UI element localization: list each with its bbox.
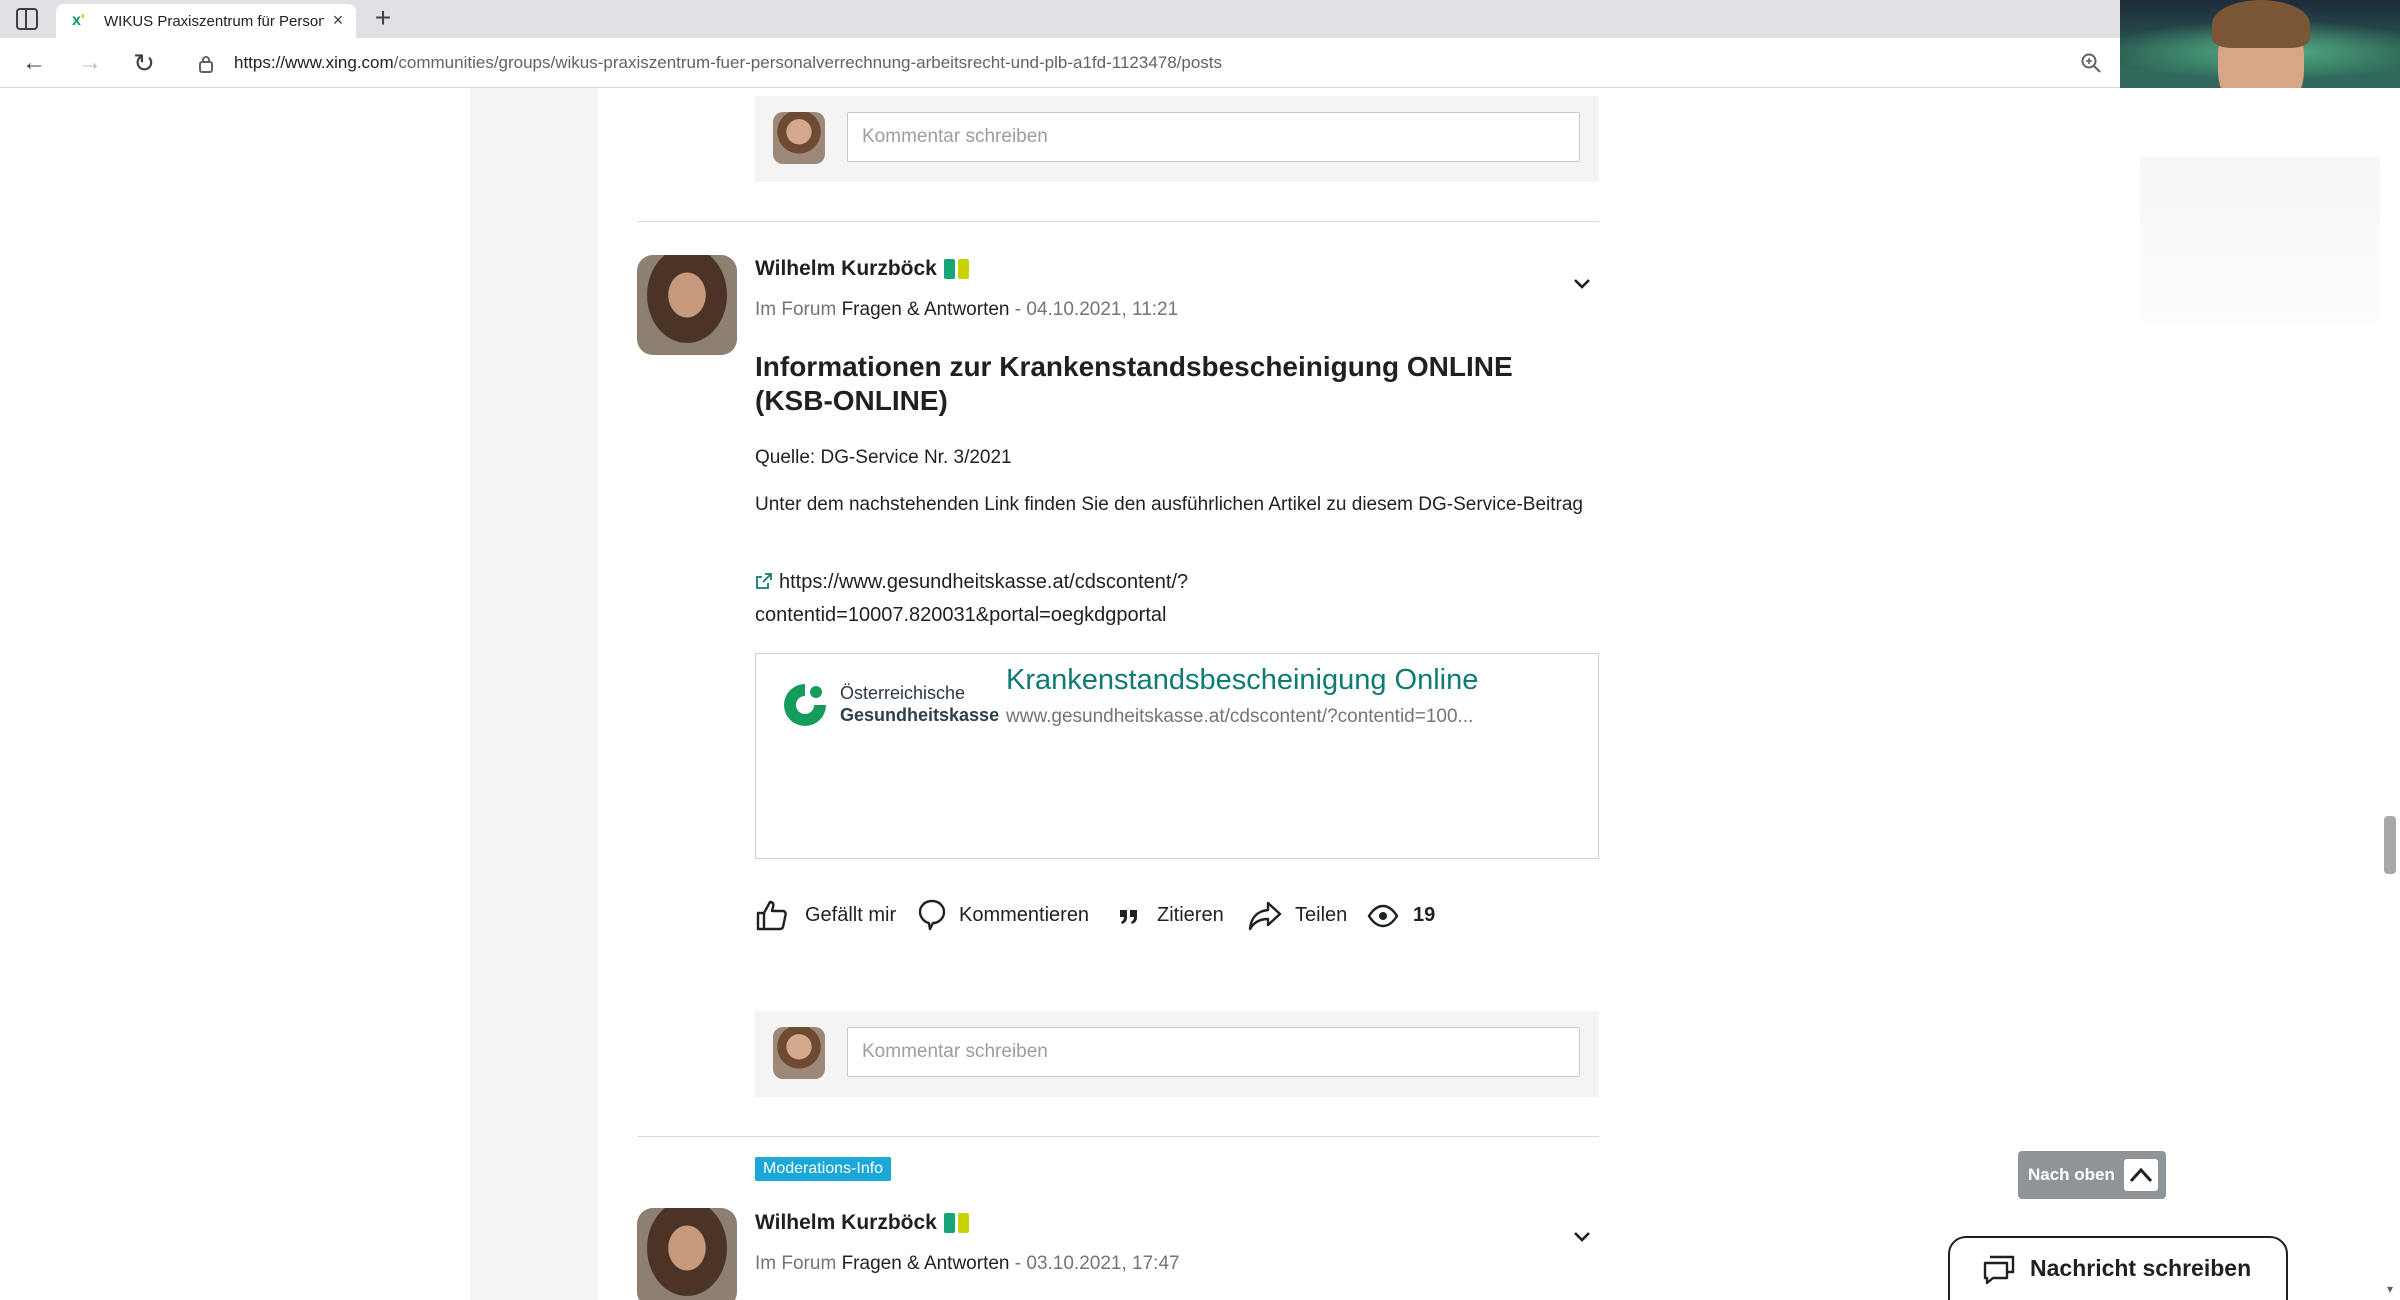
quote-button[interactable]: Zitieren xyxy=(1117,896,1237,936)
oegk-logo-line-2: Gesundheitskasse xyxy=(840,705,1000,725)
forum-prefix: Im Forum xyxy=(755,1253,837,1274)
avatar xyxy=(773,112,825,164)
link-card-url: www.gesundheitskasse.at/cdscontent/?cont… xyxy=(1006,706,1474,727)
post-meta: Im Forum Fragen & Antworten - 03.10.2021… xyxy=(755,1253,1180,1275)
author-avatar[interactable] xyxy=(637,255,737,355)
message-icon xyxy=(1983,1255,2015,1285)
xing-favicon-icon: x' xyxy=(72,12,85,29)
post-divider xyxy=(637,221,1599,222)
scrollbar-thumb[interactable] xyxy=(2384,816,2396,874)
comment-input[interactable] xyxy=(847,112,1580,162)
moderation-info-badge: Moderations-Info xyxy=(755,1157,892,1181)
premium-badge-icon xyxy=(944,259,970,279)
comment-input[interactable] xyxy=(847,1027,1580,1077)
forum-prefix: Im Forum xyxy=(755,299,837,320)
premium-badge-icon xyxy=(944,1213,970,1233)
like-label: Gefällt mir xyxy=(805,904,897,926)
quote-icon xyxy=(1120,910,1137,924)
url-host: https://www.xing.com xyxy=(234,53,394,72)
like-button[interactable]: Gefällt mir xyxy=(755,896,905,936)
chevron-down-icon[interactable] xyxy=(1570,272,1594,296)
reload-icon[interactable]: ↻ xyxy=(130,50,158,76)
write-message-label: Nachricht schreiben xyxy=(2030,1255,2252,1281)
link-line-1: https://www.gesundheitskasse.at/cdsconte… xyxy=(779,571,1189,593)
external-link-icon xyxy=(756,573,772,589)
chevron-up-icon xyxy=(2124,1159,2158,1191)
share-label: Teilen xyxy=(1295,904,1348,926)
webcam-person-hair xyxy=(2212,0,2310,48)
browser-tab-bar: x' WIKUS Praxiszentrum für Personalverre… xyxy=(0,0,2120,38)
forum-link[interactable]: Fragen & Antworten xyxy=(842,299,1010,320)
back-arrow-icon[interactable]: ← xyxy=(20,50,48,76)
page-gray-column xyxy=(470,88,598,1300)
author-name[interactable]: Wilhelm Kurzböck xyxy=(755,257,937,281)
post-title[interactable]: Informationen zur Krankenstandsbescheini… xyxy=(755,350,1595,418)
forward-arrow-icon[interactable]: → xyxy=(76,50,104,76)
new-tab-button[interactable]: + xyxy=(370,4,396,32)
tab-sidebar-icon[interactable] xyxy=(16,8,38,30)
comment-label: Kommentieren xyxy=(959,904,1090,926)
tab-title: WIKUS Praxiszentrum für Personalverrechn… xyxy=(104,13,324,30)
post-divider xyxy=(637,1136,1599,1137)
author-avatar[interactable] xyxy=(637,1208,737,1300)
post-source: Quelle: DG-Service Nr. 3/2021 xyxy=(755,447,1012,468)
comment-box xyxy=(755,96,1599,182)
zoom-icon[interactable] xyxy=(2080,52,2102,74)
views-indicator: 19 xyxy=(1367,896,1447,936)
views-count: 19 xyxy=(1413,904,1436,926)
url-path: /communities/groups/wikus-praxiszentrum-… xyxy=(393,53,1223,72)
thumbs-up-icon xyxy=(756,900,787,931)
oegk-logo: Österreichische Gesundheitskasse xyxy=(778,678,999,732)
webcam-shadow xyxy=(2140,157,2380,322)
quote-label: Zitieren xyxy=(1157,904,1224,926)
tab-close-icon[interactable]: × xyxy=(328,10,348,30)
eye-icon xyxy=(1367,904,1399,928)
comment-button[interactable]: Kommentieren xyxy=(917,896,1107,936)
back-to-top-label: Nach oben xyxy=(2028,1165,2115,1184)
forum-link[interactable]: Fragen & Antworten xyxy=(842,1253,1010,1274)
oegk-logo-text: Österreichische Gesundheitskasse xyxy=(840,682,999,726)
avatar xyxy=(773,1027,825,1079)
comment-bubble-icon xyxy=(918,899,946,931)
link-card-title[interactable]: Krankenstandsbescheinigung Online xyxy=(1006,664,1478,697)
post-actions-bar: Gefällt mir Kommentieren Zitieren Teilen… xyxy=(755,896,1599,936)
scroll-down-arrow-icon[interactable]: ▾ xyxy=(2384,1282,2396,1296)
url-input[interactable]: https://www.xing.com/communities/groups/… xyxy=(234,53,1222,73)
link-preview-card[interactable]: Österreichische Gesundheitskasse Krankens… xyxy=(755,653,1599,859)
back-to-top-button[interactable]: Nach oben xyxy=(2018,1151,2166,1199)
oegk-logo-line-1: Österreichische xyxy=(840,683,966,703)
comment-box xyxy=(755,1011,1599,1097)
post-body: Unter dem nachstehenden Link finden Sie … xyxy=(755,494,1584,515)
link-line-2: contentid=10007.820031&portal=oegkdgport… xyxy=(755,604,1167,626)
post-meta: Im Forum Fragen & Antworten - 04.10.2021… xyxy=(755,299,1178,321)
post-date: - 03.10.2021, 17:47 xyxy=(1014,1253,1180,1274)
chevron-down-icon[interactable] xyxy=(1570,1225,1594,1249)
share-arrow-icon xyxy=(1248,901,1282,931)
page-left-margin xyxy=(0,88,470,1300)
lock-icon[interactable] xyxy=(198,55,214,73)
post-date: - 04.10.2021, 11:21 xyxy=(1014,299,1179,320)
oegk-logo-mark-icon xyxy=(784,684,826,726)
author-name[interactable]: Wilhelm Kurzböck xyxy=(755,1211,937,1235)
write-message-button[interactable]: Nachricht schreiben xyxy=(1948,1236,2288,1300)
browser-tab-active[interactable]: x' WIKUS Praxiszentrum für Personalverre… xyxy=(56,4,356,38)
share-button[interactable]: Teilen xyxy=(1247,896,1357,936)
browser-address-bar: ← → ↻ https://www.xing.com/communities/g… xyxy=(0,38,2120,88)
post-external-link[interactable]: https://www.gesundheitskasse.at/cdsconte… xyxy=(755,566,1595,632)
